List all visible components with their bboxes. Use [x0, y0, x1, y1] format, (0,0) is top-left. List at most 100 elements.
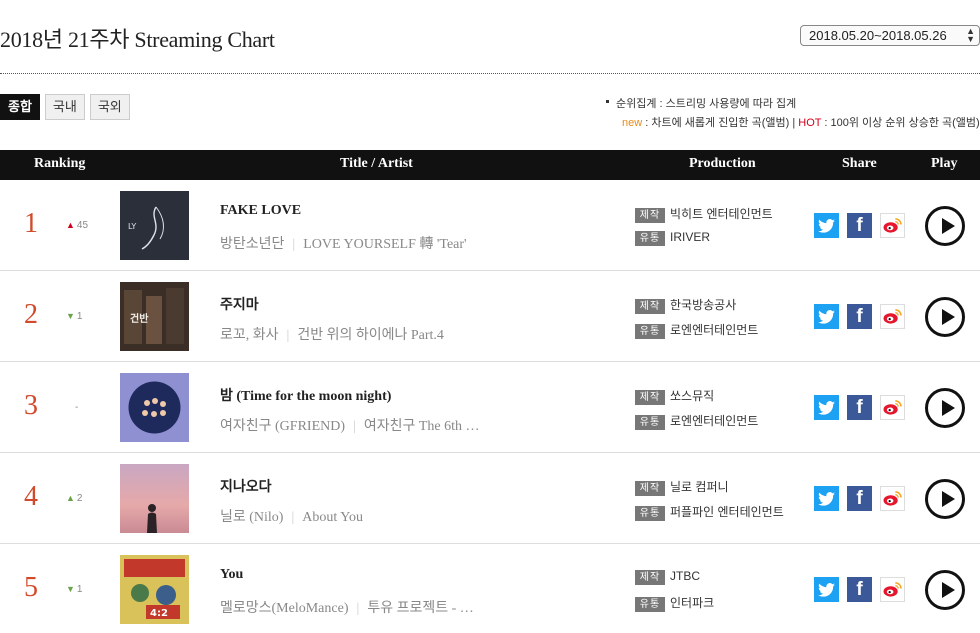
rank-number: 2	[24, 299, 38, 330]
distributor-name: 인터파크	[670, 596, 715, 610]
tab-international[interactable]: 국외	[89, 94, 130, 120]
play-button[interactable]	[925, 388, 965, 428]
producer: 제작 JTBC	[635, 569, 700, 585]
album-cover[interactable]: 건반	[120, 282, 189, 351]
meta-separator: |	[353, 419, 356, 434]
divider	[0, 73, 980, 74]
album-cover[interactable]	[120, 373, 189, 442]
artist-name[interactable]: 닐로 (Nilo)	[220, 510, 283, 525]
artist-name[interactable]: 방탄소년단	[220, 237, 284, 252]
producer-name: 닐로 컴퍼니	[670, 480, 729, 494]
weibo-icon[interactable]	[880, 395, 905, 420]
tab-overall[interactable]: 종합	[0, 94, 40, 120]
header-share: Share	[842, 156, 877, 171]
share-buttons: f	[814, 304, 905, 329]
table-row: 3 - 밤 (Time for the moon night) 여자친구 (GF…	[0, 362, 980, 453]
producer-label: 제작	[635, 481, 665, 496]
distributor-label: 유통	[635, 231, 665, 246]
table-header: Ranking Title / Artist Production Share …	[0, 150, 980, 180]
weibo-icon[interactable]	[880, 304, 905, 329]
tab-domestic[interactable]: 국내	[44, 94, 85, 120]
album-cover[interactable]	[120, 464, 189, 533]
song-title[interactable]: FAKE LOVE	[220, 203, 301, 219]
distributor-name: 로엔엔터테인먼트	[670, 414, 759, 428]
new-text: : 차트에 새롭게 진입한 곡(앨범) |	[642, 117, 799, 129]
header-ranking: Ranking	[34, 156, 86, 171]
arrow-up-icon: ▲	[66, 220, 75, 230]
table-row: 4 ▲ 2 지나오다 닐로 (Nilo) | About You 제작 닐로 컴퍼니 유…	[0, 453, 980, 544]
song-title[interactable]: 주지마	[220, 294, 259, 314]
play-button[interactable]	[925, 479, 965, 519]
note-ranking: 순위집계 : 스트리밍 사용량에 따라 집계	[604, 95, 980, 112]
date-range-select[interactable]: 2018.05.20~2018.05.26 ▲ ▼	[800, 25, 980, 46]
share-buttons: f	[814, 577, 905, 602]
song-meta: 닐로 (Nilo) | About You	[220, 506, 363, 526]
distributor: 유통 IRIVER	[635, 230, 710, 246]
twitter-icon[interactable]	[814, 577, 839, 602]
album-cover[interactable]: LY	[120, 191, 189, 260]
album-name[interactable]: 여자친구 The 6th …	[364, 419, 480, 434]
song-title[interactable]: You	[220, 567, 243, 583]
album-name[interactable]: 투유 프로젝트 - …	[367, 601, 473, 616]
play-button[interactable]	[925, 297, 965, 337]
distributor: 유통 인터파크	[635, 594, 714, 612]
facebook-icon[interactable]: f	[847, 486, 872, 511]
play-button[interactable]	[925, 570, 965, 610]
distributor-label: 유통	[635, 506, 665, 521]
distributor: 유통 퍼플파인 엔터테인먼트	[635, 503, 784, 521]
meta-separator: |	[286, 328, 290, 343]
rank-change-value: 1	[76, 584, 83, 595]
facebook-icon[interactable]: f	[847, 395, 872, 420]
producer-label: 제작	[635, 390, 665, 405]
date-range-value: 2018.05.20~2018.05.26	[809, 28, 947, 43]
weibo-icon[interactable]	[880, 486, 905, 511]
arrow-up-icon: ▲	[66, 493, 75, 503]
svg-text:4:2: 4:2	[150, 608, 168, 619]
chart-notes: 순위집계 : 스트리밍 사용량에 따라 집계 new : 차트에 새롭게 진입한…	[590, 95, 980, 130]
header-title-artist: Title / Artist	[340, 156, 413, 171]
album-name[interactable]: LOVE YOURSELF 轉 'Tear'	[303, 237, 466, 252]
meta-separator: |	[291, 510, 295, 525]
producer-name: 한국방송공사	[670, 298, 737, 312]
table-row: 2 ▼ 1 건반 주지마 로꼬, 화사 | 건반 위의 하이에나 Part.4 제작 한…	[0, 271, 980, 362]
play-button[interactable]	[925, 206, 965, 246]
artist-name[interactable]: 여자친구 (GFRIEND)	[220, 419, 345, 434]
artist-name[interactable]: 로꼬, 화사	[220, 328, 279, 343]
distributor-label: 유통	[635, 415, 665, 430]
weibo-icon[interactable]	[880, 213, 905, 238]
twitter-icon[interactable]	[814, 213, 839, 238]
arrow-down-icon: ▼	[66, 584, 75, 594]
facebook-icon[interactable]: f	[847, 304, 872, 329]
twitter-icon[interactable]	[814, 486, 839, 511]
artist-name[interactable]: 멜로망스(MeloMance)	[220, 601, 349, 616]
rank-change-value: 45	[76, 220, 89, 231]
song-meta: 로꼬, 화사 | 건반 위의 하이에나 Part.4	[220, 324, 444, 344]
header-production: Production	[689, 156, 756, 171]
rank-change: ▲ 2	[66, 493, 82, 504]
twitter-icon[interactable]	[814, 304, 839, 329]
song-title[interactable]: 밤 (Time for the moon night)	[220, 385, 391, 405]
rank-change: ▲ 45	[66, 220, 88, 231]
table-row: 5 ▼ 1 4:2 You 멜로망스(MeloMance) | 투유 프로젝트 - ……	[0, 544, 980, 633]
album-name[interactable]: About You	[302, 510, 363, 525]
album-name[interactable]: 건반 위의 하이에나 Part.4	[297, 328, 444, 343]
rank-number: 1	[24, 208, 38, 239]
song-title[interactable]: 지나오다	[220, 476, 272, 496]
twitter-icon[interactable]	[814, 395, 839, 420]
producer: 제작 닐로 컴퍼니	[635, 478, 729, 496]
weibo-icon[interactable]	[880, 577, 905, 602]
distributor: 유통 로엔엔터테인먼트	[635, 321, 758, 339]
album-cover[interactable]: 4:2	[120, 555, 189, 624]
rank-change-value: -	[75, 402, 79, 413]
select-arrows-icon: ▲ ▼	[966, 26, 975, 44]
producer: 제작 한국방송공사	[635, 296, 736, 314]
rank-change-value: 2	[76, 493, 83, 504]
facebook-icon[interactable]: f	[847, 577, 872, 602]
facebook-icon[interactable]: f	[847, 213, 872, 238]
rank-number: 3	[24, 390, 38, 421]
producer-name: JTBC	[670, 569, 700, 583]
rank-change: ▼ 1	[66, 311, 82, 322]
producer-label: 제작	[635, 208, 665, 223]
rank-change: -	[75, 402, 78, 413]
distributor-label: 유통	[635, 324, 665, 339]
